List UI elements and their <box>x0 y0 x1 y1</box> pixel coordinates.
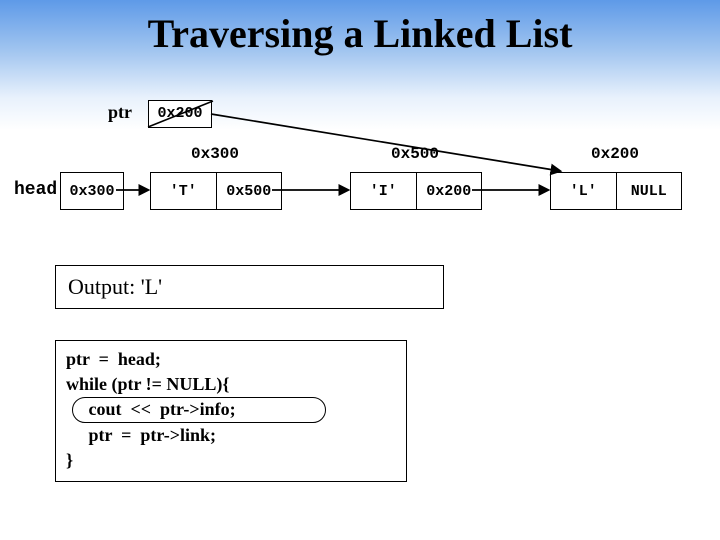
page-title: Traversing a Linked List <box>0 10 720 57</box>
node-link: 0x200 <box>417 173 482 209</box>
node-address: 0x500 <box>350 145 480 163</box>
code-line: ptr = ptr->link; <box>66 425 216 445</box>
node-link: NULL <box>617 173 682 209</box>
code-line: cout << ptr->info; <box>66 399 236 419</box>
head-value-box: 0x300 <box>60 172 124 210</box>
ptr-label: ptr <box>108 102 132 123</box>
node-address: 0x200 <box>550 145 680 163</box>
ptr-value-box: 0x200 <box>148 100 212 128</box>
code-line: } <box>66 450 73 470</box>
code-box: ptr = head; while (ptr != NULL){ cout <<… <box>55 340 407 482</box>
code-line: while (ptr != NULL){ <box>66 374 230 394</box>
output-label: Output: <box>68 274 135 300</box>
list-node: 'L' NULL <box>550 172 682 210</box>
node-info: 'I' <box>351 173 417 209</box>
output-box: Output: 'L' <box>55 265 444 309</box>
output-value: 'L' <box>141 274 162 300</box>
code-line: ptr = head; <box>66 349 161 369</box>
node-info: 'T' <box>151 173 217 209</box>
node-link: 0x500 <box>217 173 282 209</box>
node-address: 0x300 <box>150 145 280 163</box>
node-info: 'L' <box>551 173 617 209</box>
list-node: 'T' 0x500 <box>150 172 282 210</box>
list-node: 'I' 0x200 <box>350 172 482 210</box>
head-label: head <box>14 180 57 200</box>
